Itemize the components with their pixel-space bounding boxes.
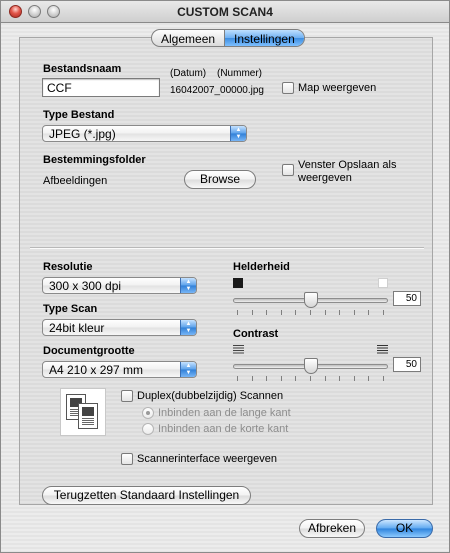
- binding-short-label: Inbinden aan de korte kant: [158, 423, 289, 435]
- destination-folder-value: Afbeeldingen: [43, 175, 108, 187]
- file-name-label: Bestandsnaam: [43, 63, 122, 75]
- file-type-label: Type Bestand: [43, 109, 115, 121]
- save-window-label-line1: Venster Opslaan als: [298, 159, 397, 171]
- reset-defaults-button[interactable]: Terugzetten Standaard Instellingen: [42, 486, 251, 505]
- contrast-value-field[interactable]: 50: [393, 357, 421, 372]
- scanner-interface-label: Scannerinterface weergeven: [137, 453, 278, 465]
- scanner-interface-checkbox[interactable]: [121, 453, 133, 465]
- contrast-label: Contrast: [233, 328, 279, 340]
- binding-short-radio[interactable]: [142, 423, 154, 435]
- save-window-label: Venster Opslaan als weergeven: [298, 159, 396, 185]
- tab-algemeen[interactable]: Algemeen: [152, 30, 224, 46]
- document-size-popup[interactable]: A4 210 x 297 mm ▲ ▼: [42, 361, 197, 378]
- scan-type-label: Type Scan: [43, 303, 98, 315]
- title-bar[interactable]: CUSTOM SCAN4: [1, 1, 449, 23]
- binding-long-radio[interactable]: [142, 407, 154, 419]
- popup-arrows-icon: ▲ ▼: [180, 320, 196, 335]
- contrast-slider-thumb[interactable]: [304, 358, 318, 374]
- file-type-value: JPEG (*.jpg): [49, 127, 116, 141]
- brightness-value-field[interactable]: 50: [393, 291, 421, 306]
- resolution-label: Resolutie: [43, 261, 93, 273]
- show-folder-label: Map weergeven: [298, 82, 377, 94]
- document-size-label: Documentgrootte: [43, 345, 135, 357]
- popup-arrows-icon: ▲ ▼: [180, 362, 196, 377]
- brightness-label: Helderheid: [233, 261, 290, 273]
- duplex-pages-icon: [60, 388, 106, 436]
- settings-panel: Bestandsnaam CCF (Datum) (Nummer) 160420…: [19, 37, 433, 505]
- tab-bar: Algemeen Instellingen: [151, 29, 305, 47]
- scan-type-value: 24bit kleur: [49, 321, 105, 335]
- date-label: (Datum): [170, 68, 207, 79]
- section-divider: [30, 247, 424, 249]
- resolution-value: 300 x 300 dpi: [49, 279, 122, 293]
- popup-arrows-icon: ▲ ▼: [180, 278, 196, 293]
- duplex-label: Duplex(dubbelzijdig) Scannen: [137, 390, 284, 402]
- document-size-value: A4 210 x 297 mm: [49, 363, 144, 377]
- destination-folder-label: Bestemmingsfolder: [43, 154, 146, 166]
- number-label: (Nummer): [217, 68, 262, 79]
- ok-button[interactable]: OK: [376, 519, 433, 538]
- dialog-window: CUSTOM SCAN4 Algemeen Instellingen Besta…: [0, 0, 450, 553]
- brightness-slider-thumb[interactable]: [304, 292, 318, 308]
- cancel-button[interactable]: Afbreken: [299, 519, 365, 538]
- contrast-high-icon: [377, 345, 388, 355]
- file-name-input[interactable]: CCF: [42, 78, 160, 97]
- show-folder-checkbox[interactable]: [282, 82, 294, 94]
- contrast-ticks: [237, 376, 384, 381]
- dark-square-icon: [233, 278, 243, 288]
- save-window-checkbox[interactable]: [282, 164, 294, 176]
- generated-file-name: 16042007_00000.jpg: [170, 85, 264, 96]
- popup-arrows-icon: ▲ ▼: [230, 126, 246, 141]
- window-title: CUSTOM SCAN4: [177, 5, 273, 19]
- tab-instellingen[interactable]: Instellingen: [224, 30, 304, 46]
- brightness-ticks: [237, 310, 384, 315]
- duplex-checkbox[interactable]: [121, 390, 133, 402]
- light-square-icon: [378, 278, 388, 288]
- save-window-label-line2: weergeven: [298, 172, 352, 184]
- file-type-popup[interactable]: JPEG (*.jpg) ▲ ▼: [42, 125, 247, 142]
- resolution-popup[interactable]: 300 x 300 dpi ▲ ▼: [42, 277, 197, 294]
- contrast-low-icon: [233, 345, 244, 355]
- scan-type-popup[interactable]: 24bit kleur ▲ ▼: [42, 319, 197, 336]
- binding-long-label: Inbinden aan de lange kant: [158, 407, 291, 419]
- browse-button[interactable]: Browse: [184, 170, 256, 189]
